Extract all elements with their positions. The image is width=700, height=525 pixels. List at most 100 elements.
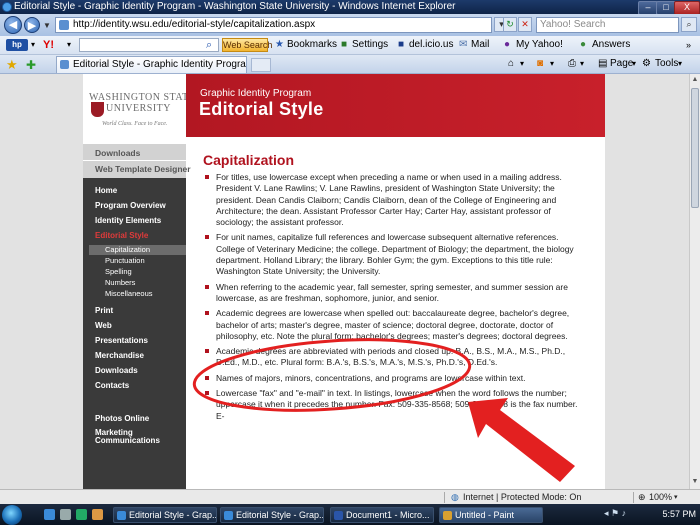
rules-list: For titles, use lowercase except when pr… bbox=[203, 172, 585, 426]
feeds-icon[interactable]: ◙ bbox=[537, 55, 543, 73]
taskbar-button-ie-2[interactable]: Editorial Style - Grap... bbox=[220, 507, 324, 523]
quicklaunch-app-icon[interactable] bbox=[92, 509, 103, 520]
zoom-dropdown-icon[interactable]: ▾ bbox=[674, 490, 678, 505]
forward-button[interactable]: ▶ bbox=[24, 17, 40, 33]
globe-icon: ◍ bbox=[451, 492, 459, 502]
mail-icon: ✉ bbox=[459, 39, 468, 50]
subnav-item-miscellaneous[interactable]: Miscellaneous bbox=[89, 289, 186, 299]
scroll-up-icon[interactable]: ▲ bbox=[690, 74, 700, 86]
sidebar-link-downloads[interactable]: Downloads bbox=[95, 148, 140, 158]
taskbar-button-ie-1[interactable]: Editorial Style - Grap... bbox=[113, 507, 217, 523]
hp-logo[interactable]: hp bbox=[6, 39, 28, 51]
yahoo-toolbar-search-input[interactable] bbox=[79, 38, 219, 52]
quicklaunch-desktop-icon[interactable] bbox=[60, 509, 71, 520]
list-item: When referring to the academic year, fal… bbox=[203, 282, 585, 305]
home-dropdown-icon[interactable]: ▾ bbox=[520, 55, 524, 73]
back-button[interactable]: ◀ bbox=[4, 16, 22, 34]
page-heading: Capitalization bbox=[203, 152, 295, 168]
security-zone[interactable]: Internet | Protected Mode: On bbox=[463, 490, 581, 505]
zoom-level[interactable]: 100% bbox=[649, 490, 672, 505]
page-menu[interactable]: Page bbox=[610, 55, 633, 73]
ie-icon bbox=[117, 511, 126, 520]
tools-icon: ⚙ bbox=[642, 58, 651, 69]
nav-item-marketing-communications[interactable]: Marketing Communications bbox=[95, 429, 180, 445]
tools-menu[interactable]: Tools bbox=[655, 55, 678, 73]
nav-item-home[interactable]: Home bbox=[95, 186, 117, 195]
my-yahoo-button[interactable]: My Yahoo! bbox=[516, 36, 563, 54]
taskbar-button-label: Untitled - Paint bbox=[455, 510, 515, 520]
nav-item-identity-elements[interactable]: Identity Elements bbox=[95, 216, 161, 225]
logo-line2: UNIVERSITY bbox=[106, 103, 171, 114]
start-button[interactable] bbox=[2, 505, 22, 525]
settings-icon: ■ bbox=[341, 39, 348, 50]
scroll-thumb[interactable] bbox=[691, 88, 699, 208]
answers-icon: ● bbox=[580, 39, 587, 50]
minimize-button[interactable]: – bbox=[638, 1, 658, 15]
nav-item-merchandise[interactable]: Merchandise bbox=[95, 351, 144, 360]
taskbar-clock[interactable]: 5:57 PM bbox=[644, 504, 700, 525]
nav-item-program-overview[interactable]: Program Overview bbox=[95, 201, 166, 210]
bookmarks-button[interactable]: Bookmarks bbox=[287, 36, 337, 54]
divider bbox=[444, 492, 445, 503]
settings-button[interactable]: Settings bbox=[352, 36, 388, 54]
search-icon[interactable]: ⌕ bbox=[681, 17, 697, 32]
yahoo-dropdown-icon[interactable]: ▾ bbox=[67, 36, 71, 54]
nav-item-presentations[interactable]: Presentations bbox=[95, 336, 148, 345]
close-button[interactable]: X bbox=[674, 1, 700, 15]
address-input[interactable]: http://identity.wsu.edu/editorial-style/… bbox=[55, 17, 492, 33]
divider bbox=[83, 160, 186, 161]
list-item: Academic degrees are lowercase when spel… bbox=[203, 308, 585, 342]
yahoo-logo[interactable]: Y! bbox=[43, 36, 54, 54]
web-search-button[interactable]: Web Search bbox=[222, 38, 272, 52]
nav-item-web[interactable]: Web bbox=[95, 321, 112, 330]
taskbar-button-paint[interactable]: Untitled - Paint bbox=[439, 507, 543, 523]
mail-button[interactable]: Mail bbox=[471, 36, 489, 54]
nav-item-photos-online[interactable]: Photos Online bbox=[95, 414, 149, 423]
nav-item-editorial-style[interactable]: Editorial Style bbox=[95, 231, 148, 240]
list-item: For unit names, capitalize full referenc… bbox=[203, 232, 585, 277]
nav-item-print[interactable]: Print bbox=[95, 306, 113, 315]
scroll-down-icon[interactable]: ▼ bbox=[690, 476, 700, 488]
subnav-item-numbers[interactable]: Numbers bbox=[89, 278, 186, 288]
magnifier-icon[interactable]: ⌕ bbox=[206, 36, 212, 54]
maximize-button[interactable]: □ bbox=[656, 1, 676, 15]
page-dropdown-icon[interactable]: ▾ bbox=[632, 55, 636, 73]
home-icon[interactable]: ⌂ bbox=[508, 55, 514, 73]
web-page: WASHINGTON STATE UNIVERSITY World Class.… bbox=[83, 74, 605, 489]
refresh-icon[interactable]: ↻ bbox=[503, 17, 517, 32]
page-icon: ▤ bbox=[598, 58, 608, 69]
subnav-item-capitalization[interactable]: Capitalization bbox=[89, 245, 186, 255]
taskbar-button-label: Editorial Style - Grap... bbox=[236, 510, 324, 520]
stop-icon[interactable]: ✕ bbox=[518, 17, 532, 32]
quicklaunch-app-icon[interactable] bbox=[76, 509, 87, 520]
nav-item-contacts[interactable]: Contacts bbox=[95, 381, 129, 390]
divider bbox=[633, 492, 634, 503]
list-item: For titles, use lowercase except when pr… bbox=[203, 172, 585, 228]
answers-button[interactable]: Answers bbox=[592, 36, 630, 54]
address-bar-row: ◀ ▶ ▼ http://identity.wsu.edu/editorial-… bbox=[0, 14, 700, 36]
subnav-item-spelling[interactable]: Spelling bbox=[89, 267, 186, 277]
feeds-dropdown-icon[interactable]: ▾ bbox=[550, 55, 554, 73]
nav-item-downloads[interactable]: Downloads bbox=[95, 366, 138, 375]
print-icon[interactable]: ⎙ bbox=[568, 55, 576, 73]
wsu-logo[interactable]: WASHINGTON STATE UNIVERSITY World Class.… bbox=[83, 74, 195, 137]
yahoo-search-input[interactable]: Yahoo! Search bbox=[536, 17, 679, 33]
hp-dropdown-icon[interactable]: ▾ bbox=[31, 36, 35, 54]
tray-icons[interactable]: ◂ ⚑ ♪ bbox=[604, 508, 626, 519]
yahoo-toolbar: hp ▾ Y! ▾ ⌕ Web Search ★ Bookmarks ■ Set… bbox=[0, 36, 700, 55]
history-dropdown-icon[interactable]: ▼ bbox=[43, 21, 51, 30]
toolbar-overflow-icon[interactable]: » bbox=[686, 36, 691, 54]
quicklaunch-ie-icon[interactable] bbox=[44, 509, 55, 520]
command-bar: ⌂ ▾ ◙ ▾ ⎙ ▾ ▤ Page ▾ ⚙ Tools ▾ bbox=[0, 55, 700, 73]
taskbar: Editorial Style - Grap... Editorial Styl… bbox=[0, 504, 700, 525]
tools-dropdown-icon[interactable]: ▾ bbox=[678, 55, 682, 73]
subnav-item-punctuation[interactable]: Punctuation bbox=[89, 256, 186, 266]
print-dropdown-icon[interactable]: ▾ bbox=[580, 55, 584, 73]
delicious-button[interactable]: del.icio.us bbox=[409, 36, 453, 54]
taskbar-button-word[interactable]: Document1 - Micro... bbox=[330, 507, 434, 523]
sidebar-link-web-template-designer[interactable]: Web Template Designer bbox=[95, 164, 191, 174]
vertical-scrollbar[interactable]: ▲ ▼ bbox=[689, 74, 700, 489]
sidebar-top-links: Downloads Web Template Designer bbox=[83, 144, 191, 178]
bookmarks-icon: ★ bbox=[275, 39, 284, 50]
main-content: Capitalization For titles, use lowercase… bbox=[203, 152, 585, 489]
